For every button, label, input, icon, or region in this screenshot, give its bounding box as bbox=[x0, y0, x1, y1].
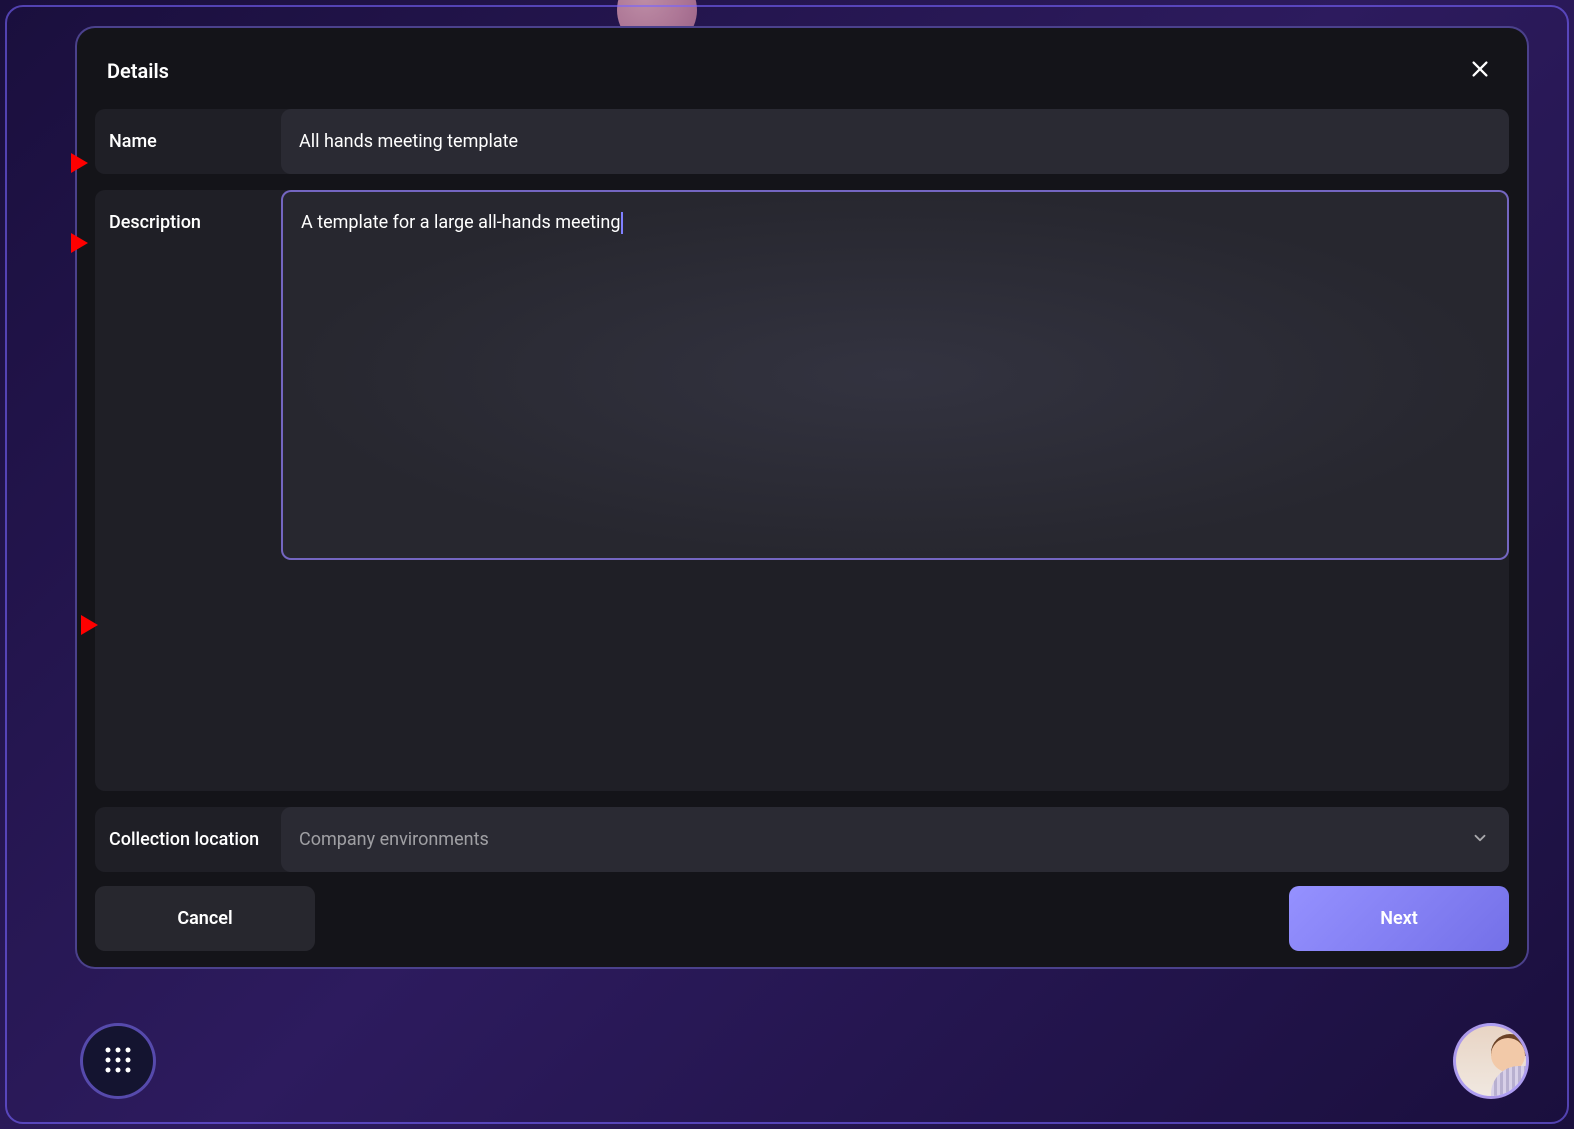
modal-body: Name Description A template for a large … bbox=[77, 109, 1527, 872]
name-label: Name bbox=[95, 109, 281, 174]
name-input-wrapper bbox=[281, 109, 1509, 174]
details-modal: Details Name Description A template for … bbox=[75, 26, 1529, 969]
collection-label: Collection location bbox=[95, 807, 281, 872]
app-grid-icon bbox=[103, 1045, 133, 1078]
name-input[interactable] bbox=[281, 109, 1509, 174]
bottom-bar bbox=[80, 1023, 1529, 1099]
modal-header: Details bbox=[77, 28, 1527, 109]
description-text: A template for a large all-hands meeting bbox=[301, 212, 620, 233]
modal-title: Details bbox=[107, 59, 169, 83]
annotation-arrow-3 bbox=[43, 610, 98, 644]
name-row: Name bbox=[95, 109, 1509, 174]
avatar-button[interactable] bbox=[1453, 1023, 1529, 1099]
annotation-arrow-1 bbox=[33, 148, 88, 182]
modal-footer: Cancel Next bbox=[77, 872, 1527, 967]
description-row: Description A template for a large all-h… bbox=[95, 190, 1509, 791]
collection-select[interactable]: Company environments bbox=[281, 807, 1509, 872]
description-textarea[interactable]: A template for a large all-hands meeting bbox=[281, 190, 1509, 560]
collection-row: Collection location Company environments bbox=[95, 807, 1509, 872]
collection-select-wrapper: Company environments bbox=[281, 807, 1509, 872]
description-textarea-wrapper: A template for a large all-hands meeting bbox=[281, 190, 1509, 560]
next-button[interactable]: Next bbox=[1289, 886, 1509, 951]
cancel-button[interactable]: Cancel bbox=[95, 886, 315, 951]
close-button[interactable] bbox=[1463, 52, 1497, 89]
description-label: Description bbox=[95, 190, 281, 255]
annotation-arrow-2 bbox=[33, 228, 88, 262]
close-icon bbox=[1469, 58, 1491, 83]
text-cursor bbox=[621, 212, 623, 234]
app-grid-button[interactable] bbox=[80, 1023, 156, 1099]
